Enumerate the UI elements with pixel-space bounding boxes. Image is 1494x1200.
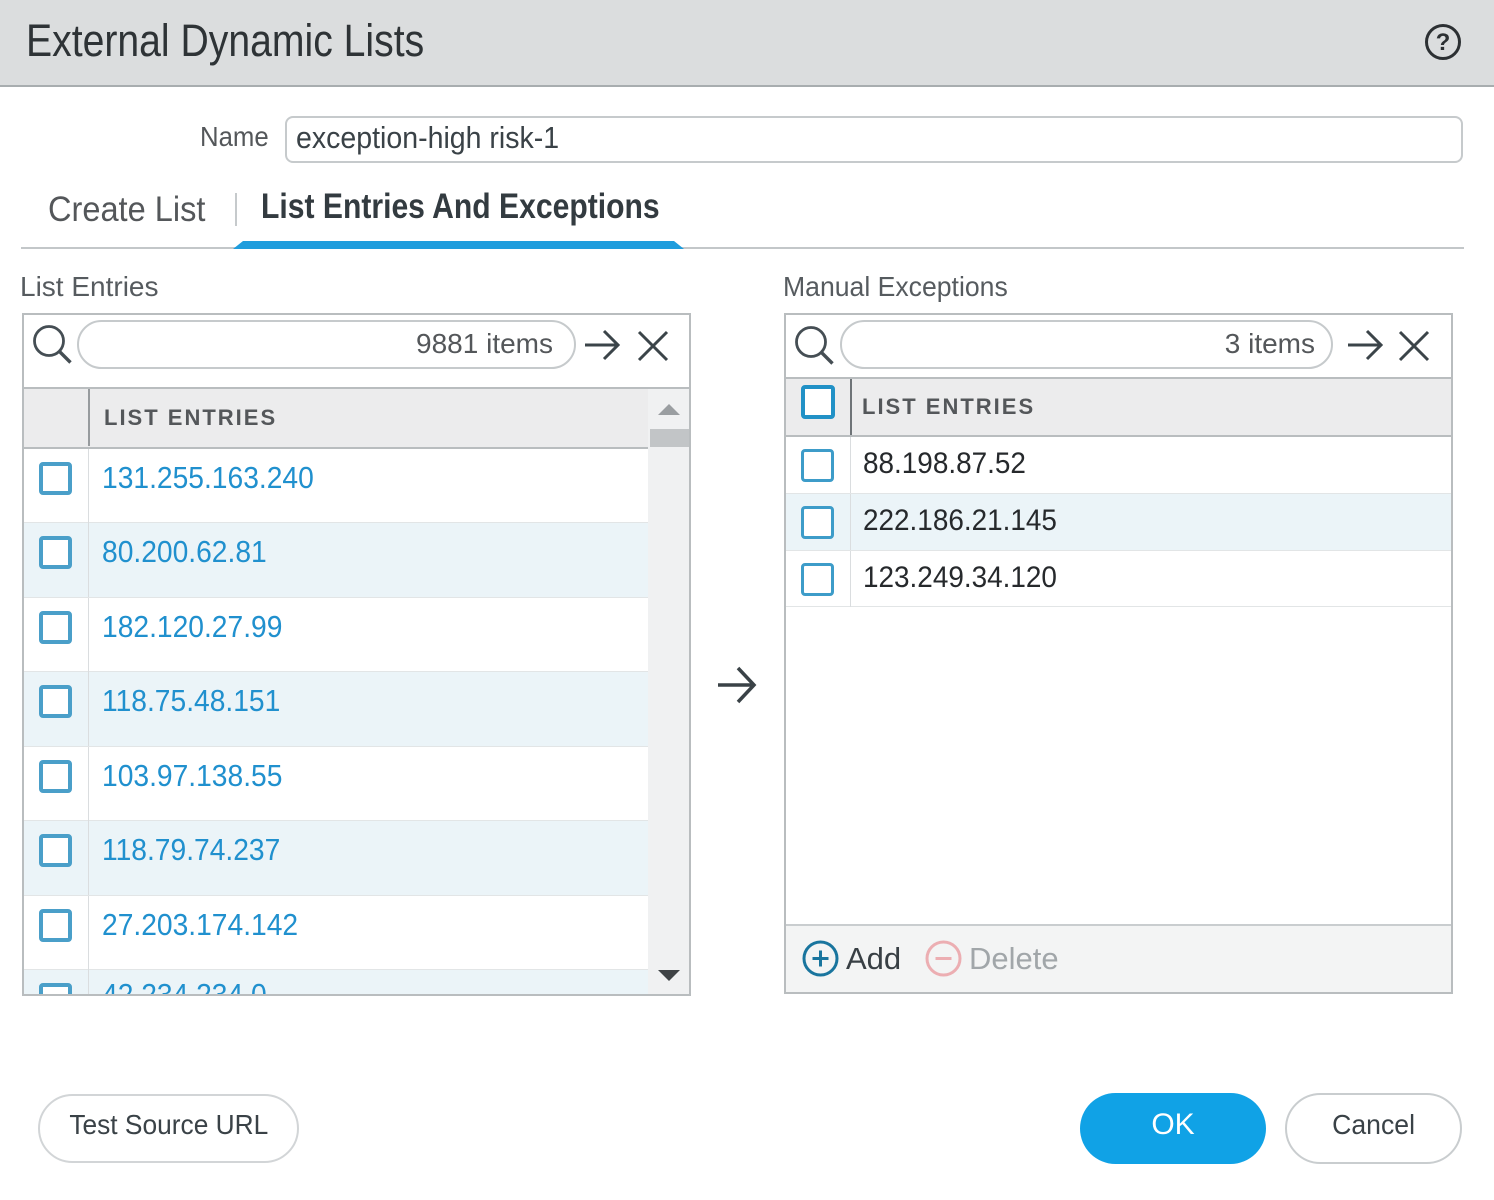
svg-text:?: ? bbox=[1436, 29, 1451, 56]
